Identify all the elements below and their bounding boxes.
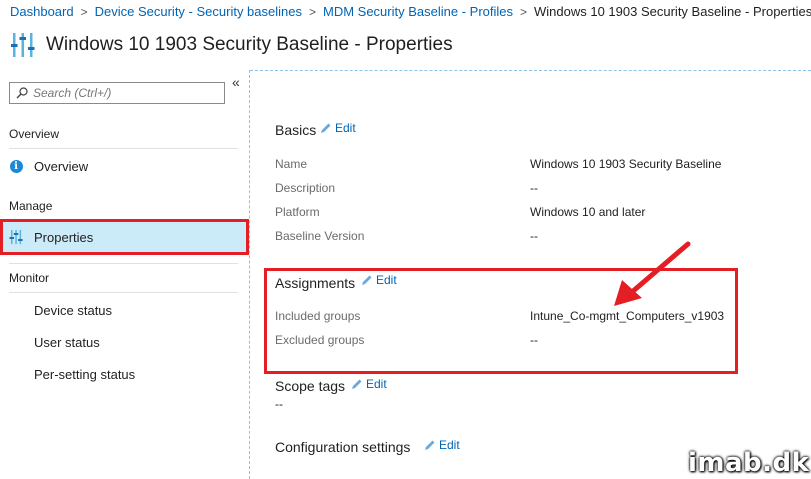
sidebar-item-label: Overview — [34, 158, 89, 174]
sidebar-item-user-status[interactable]: User status — [9, 329, 238, 355]
sidebar-item-label: Properties — [34, 229, 94, 245]
divider — [9, 148, 238, 149]
configuration-heading: Configuration settings — [275, 439, 411, 455]
breadcrumb-security-baselines[interactable]: Device Security - Security baselines — [95, 4, 302, 19]
scope-tags-heading: Scope tags — [275, 378, 346, 394]
edit-label: Edit — [439, 438, 460, 452]
content-divider — [250, 70, 811, 71]
field-value: -- — [530, 229, 538, 243]
search-icon — [16, 87, 28, 99]
breadcrumb-separator: > — [308, 5, 316, 19]
pencil-icon — [352, 379, 362, 389]
field-label: Baseline Version — [275, 229, 365, 243]
sidebar-item-label: Per-setting status — [34, 366, 136, 382]
breadcrumb-separator: > — [80, 5, 88, 19]
page-header: Windows 10 1903 Security Baseline - Prop… — [10, 30, 453, 60]
pencil-icon — [321, 123, 331, 133]
field-value: -- — [275, 397, 283, 411]
field-label: Platform — [275, 205, 320, 219]
sidebar-item-label: User status — [34, 334, 100, 350]
sidebar-item-properties[interactable]: Properties — [0, 219, 249, 255]
sidebar-item-label: Device status — [34, 302, 113, 318]
assignments-highlight-box — [264, 268, 738, 374]
divider — [9, 292, 238, 293]
sliders-icon — [9, 230, 23, 244]
section-heading-manage: Manage — [9, 199, 53, 213]
search-input[interactable] — [33, 86, 223, 100]
breadcrumb: Dashboard > Device Security - Security bas… — [10, 4, 811, 20]
edit-label: Edit — [366, 377, 387, 391]
field-value: Windows 10 and later — [530, 205, 646, 219]
collapse-sidebar-button[interactable]: « — [232, 74, 240, 90]
basics-edit-link[interactable]: Edit — [320, 121, 356, 135]
page-title: Windows 10 1903 Security Baseline - Prop… — [46, 34, 453, 55]
scope-tags-edit-link[interactable]: Edit — [351, 377, 387, 391]
field-label: Name — [275, 157, 308, 171]
field-value: -- — [530, 181, 538, 195]
pencil-icon — [425, 440, 435, 450]
watermark: imab.dk — [688, 448, 810, 478]
search-box[interactable] — [9, 82, 225, 104]
basics-heading: Basics — [275, 122, 317, 138]
section-heading-overview: Overview — [9, 127, 60, 141]
field-label: Description — [275, 181, 336, 195]
edit-label: Edit — [335, 121, 356, 135]
breadcrumb-separator: > — [520, 5, 528, 19]
breadcrumb-current: Windows 10 1903 Security Baseline - Prop… — [534, 4, 811, 19]
sidebar-item-device-status[interactable]: Device status — [9, 297, 238, 323]
sidebar-item-overview[interactable]: i Overview — [9, 153, 238, 179]
configuration-edit-link[interactable]: Edit — [424, 438, 460, 452]
sidebar-item-per-setting-status[interactable]: Per-setting status — [9, 361, 238, 387]
section-heading-monitor: Monitor — [9, 271, 50, 285]
breadcrumb-baseline-profiles[interactable]: MDM Security Baseline - Profiles — [323, 4, 513, 19]
field-value: Windows 10 1903 Security Baseline — [530, 157, 722, 171]
breadcrumb-dashboard[interactable]: Dashboard — [10, 4, 74, 19]
sliders-icon — [11, 33, 35, 57]
info-icon: i — [9, 159, 23, 173]
divider — [9, 263, 238, 264]
